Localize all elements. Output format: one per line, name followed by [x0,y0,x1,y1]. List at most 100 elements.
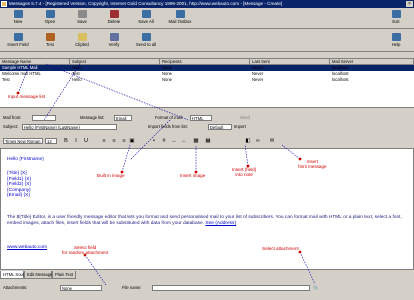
editor-field-line: {Field2} {X} [7,182,32,187]
mail-outbox-button[interactable]: Mail Outbox [164,9,196,28]
insert-field-button[interactable]: Insert Field [2,32,34,51]
annotation-built-in-image: Built in image [97,173,125,178]
annotation-input-list: Input message list [8,94,46,99]
outdent-icon[interactable]: ← [180,137,188,145]
help-icon [391,33,401,41]
font-select[interactable]: Times New Roman [3,138,43,144]
bold-icon[interactable]: B [62,137,70,145]
title-bar: Messages 5.7.4 - [Registered Version, Co… [0,0,414,8]
list-select[interactable]: Email [114,115,132,121]
close-icon[interactable]: × [406,1,413,7]
attachment-field-select[interactable]: None [60,285,102,291]
numbering-icon[interactable]: # [160,137,168,145]
delete-icon [109,10,119,18]
table-icon[interactable]: ▦ [204,137,212,145]
annotation-insert-html: Insert html message [298,159,327,169]
tab-edit-message[interactable]: Edit Message [24,271,52,279]
open-button[interactable]: Open [34,9,66,28]
open-button-label: Open [44,19,56,24]
import-label: Import fields from list: [148,124,188,129]
table-cell: localhost [332,77,349,82]
editor-greeting: Hello {Firstname} [7,157,44,162]
list-label: Message list: [80,115,105,120]
table-cell: Test [2,77,10,82]
insert-field-button-label: Insert Field [7,42,29,47]
delete-button[interactable]: Delete [98,9,130,28]
align-left-icon[interactable]: ≡ [100,137,108,145]
save-icon [77,10,87,18]
verify-button-label: Verify [108,42,120,47]
annotation-insert-field: Insert (field) into note [232,167,257,177]
underline-icon[interactable]: U [82,137,90,145]
tab-plain-text[interactable]: Plain Text [52,271,76,279]
mail-outbox-button-label: Mail Outbox [168,19,192,24]
editor-body-link[interactable]: See {Address} [205,221,236,226]
exit-icon [391,10,401,18]
help-button[interactable]: Help [380,32,412,51]
save-button-label: Save [77,19,87,24]
exit-button[interactable]: Exit [380,9,412,28]
secondary-toolbar: Insert Field Test Clipbrd Verify Send to all… [0,31,414,52]
save-button[interactable]: Save [66,9,98,28]
send-to-all-button[interactable]: Send to all [130,32,162,51]
table-cell: None [162,77,173,82]
editor-field-line: {Email} {X} [7,193,30,198]
import-select[interactable]: Default [208,124,232,130]
insert-html-icon[interactable]: ✉ [268,137,276,145]
send-to-all-button-label: Send to all [135,42,157,47]
save-all-button[interactable]: Save All [130,9,162,28]
attachment-file-label: File name: [122,285,142,290]
test-button-label: Test [46,42,54,47]
app-icon [1,1,7,7]
send-button[interactable]: Send [240,115,250,121]
subject-input[interactable]: Hello {FirstName} {LastName} [22,124,117,130]
clipboard-button[interactable]: Clipbrd [66,32,98,51]
clipboard-button-label: Clipbrd [75,42,89,47]
subject-label: Subject: [3,124,19,129]
annotation-insert-image: Insert image [180,173,206,178]
format-label: Format of mail: [155,115,183,120]
link-icon[interactable]: ∞ [254,137,262,145]
save-all-icon [141,10,151,18]
new-button[interactable]: New [2,9,34,28]
align-right-icon[interactable]: ≡ [120,137,128,145]
image-icon[interactable]: ▣ [128,137,136,145]
message-list[interactable]: Message Name Subject Recipients Last Sen… [0,58,414,108]
editor-field-line: {Company} [7,187,31,193]
editor-link[interactable]: www.webauto.com [7,245,47,250]
attachment-file-input[interactable] [152,285,310,291]
paperclip-icon[interactable]: 📎 [313,285,318,291]
exit-button-label: Exit [392,19,400,24]
main-toolbar: New Open Save Delete Save All Mail Outbox Exit [0,8,414,29]
delete-button-label: Delete [107,19,121,24]
from-field[interactable] [32,115,56,121]
verify-button[interactable]: Verify [98,32,130,51]
font-size-select[interactable]: 12 [45,138,57,144]
table-cell: Never [252,77,264,82]
test-button[interactable]: Test [34,32,66,51]
align-center-icon[interactable]: ≡ [110,137,118,145]
import-button[interactable]: Import [234,124,246,130]
table-cell: Hello [72,77,82,82]
help-button-label: Help [391,42,401,47]
table-row[interactable]: Test Hello None Never localhost [0,77,414,83]
editor-field-line: {Title} {X} [7,171,27,176]
indent-icon[interactable]: → [170,137,178,145]
new-button-label: New [13,19,23,24]
italic-icon[interactable]: I [72,137,80,145]
insert-field-icon[interactable]: ◧ [244,137,252,145]
editor-field-line: {Field1} {X} [7,176,32,182]
format-select[interactable]: HTML [190,115,212,121]
annotation-select-field: Select field for random attachment [62,245,109,255]
test-icon [45,33,55,41]
window-title: Messages 5.7.4 - [Registered Version, Co… [9,1,283,6]
verify-icon [109,33,119,41]
editor-body: The ${Title} Editor, is a user friendly … [7,215,409,227]
tab-html-source[interactable]: HTML Source [0,271,29,279]
attach-label: Attachments: [3,285,28,290]
insert-image-icon[interactable]: ▩ [192,137,200,145]
bullets-icon[interactable]: • [150,137,158,145]
insert-field-icon [13,33,23,41]
from-label: Mail from: [3,115,22,120]
editor-tabs: HTML Source Edit Message Plain Text [0,271,414,279]
